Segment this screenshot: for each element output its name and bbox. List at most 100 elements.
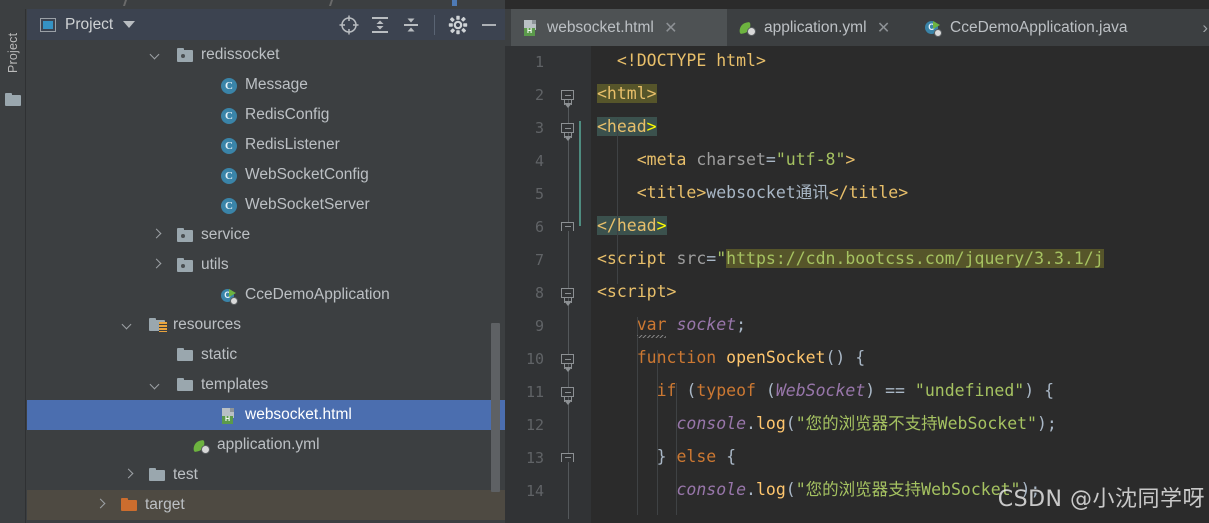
expand-all-icon[interactable] xyxy=(369,14,391,36)
code-content[interactable]: <!DOCTYPE html> <html> <head> <meta charse… xyxy=(591,46,1209,523)
tree-row[interactable]: Hwebsocket.html xyxy=(27,400,505,430)
code-line[interactable]: <meta charset="utf-8"> xyxy=(597,149,856,171)
project-panel-header: Project xyxy=(27,9,505,40)
tree-row[interactable]: C RedisListener xyxy=(27,130,505,160)
tree-row-label: RedisListener xyxy=(245,136,340,153)
tree-row[interactable]: target xyxy=(27,490,505,520)
fold-toggle-icon[interactable] xyxy=(561,354,576,372)
code-token: () { xyxy=(825,348,866,367)
html-file-icon: H xyxy=(523,19,539,36)
fold-toggle-icon[interactable] xyxy=(561,288,576,306)
chevron-right-icon[interactable] xyxy=(93,498,107,512)
code-token: </head xyxy=(597,216,657,235)
line-number: 8 xyxy=(534,284,544,302)
tree-scrollbar-track[interactable] xyxy=(491,9,500,492)
ide-window: Project Project redissocket C Message C … xyxy=(0,0,1209,523)
project-panel: Project redissocket C Message C RedisCon… xyxy=(27,9,505,523)
fold-toggle-icon[interactable] xyxy=(561,453,576,468)
code-token: "您的浏览器支持WebSocket" xyxy=(795,480,1021,499)
line-number: 9 xyxy=(534,317,544,335)
left-tool-strip: Project xyxy=(0,9,26,523)
chevron-down-icon[interactable] xyxy=(149,48,163,62)
code-line[interactable]: var socket; xyxy=(597,314,746,336)
html-file-icon: H xyxy=(221,407,237,424)
close-icon[interactable]: ✕ xyxy=(877,18,891,38)
code-token: . xyxy=(746,480,756,499)
close-icon[interactable]: ✕ xyxy=(664,18,678,38)
editor-tab-bar[interactable]: Hwebsocket.html ✕ application.yml ✕ C CceDemo… xyxy=(505,9,1209,46)
tree-row[interactable]: C CceDemoApplication xyxy=(27,280,505,310)
code-token: ) { xyxy=(1024,381,1055,400)
code-token: console xyxy=(676,414,747,433)
tree-row[interactable]: C WebSocketConfig xyxy=(27,160,505,190)
code-line[interactable]: <title>websocket通讯</title> xyxy=(597,182,908,204)
line-number: 5 xyxy=(534,185,544,203)
tree-scrollbar-thumb[interactable] xyxy=(491,323,500,492)
tree-row[interactable]: resources xyxy=(27,310,505,340)
tree-row[interactable]: test xyxy=(27,460,505,490)
tree-row-label: application.yml xyxy=(217,436,320,453)
code-editor[interactable]: 1 2 3 4 5 6 7 8 9 10 11 12 13 14 <!DOCTYPE html> <html… xyxy=(505,46,1209,523)
fold-toggle-icon[interactable] xyxy=(561,123,576,141)
line-number: 12 xyxy=(525,416,544,434)
tree-row[interactable]: utils xyxy=(27,250,505,280)
code-line[interactable]: </head> xyxy=(597,215,667,237)
line-number: 3 xyxy=(534,119,544,137)
tree-row[interactable]: redissocket xyxy=(27,40,505,70)
editor-tab[interactable]: Hwebsocket.html ✕ xyxy=(511,9,727,46)
tree-row[interactable]: C WebSocketServer xyxy=(27,190,505,220)
code-line[interactable]: <script> xyxy=(597,281,676,303)
code-line[interactable]: if (typeof (WebSocket) == "undefined") { xyxy=(597,380,1054,402)
code-token: > xyxy=(646,117,657,136)
project-tree[interactable]: redissocket C Message C RedisConfig C RedisLis… xyxy=(27,40,505,523)
code-line[interactable]: console.log("您的浏览器不支持WebSocket"); xyxy=(597,413,1056,435)
editor-tab[interactable]: application.yml ✕ xyxy=(727,9,913,46)
tree-row[interactable]: static xyxy=(27,340,505,370)
fold-toggle-icon[interactable] xyxy=(561,387,576,405)
spring-boot-run-icon: C xyxy=(221,288,238,305)
tree-row-label: target xyxy=(145,496,185,513)
chevron-right-icon[interactable] xyxy=(149,258,163,272)
tree-row[interactable]: service xyxy=(27,220,505,250)
tree-row[interactable]: templates xyxy=(27,370,505,400)
code-line[interactable]: } else { xyxy=(597,446,736,468)
chevron-right-icon[interactable] xyxy=(149,228,163,242)
code-token: ( xyxy=(686,381,697,400)
chevron-right-icon[interactable] xyxy=(121,468,135,482)
tree-row-label: utils xyxy=(201,256,229,273)
code-line[interactable]: console.log("您的浏览器支持WebSocket"); xyxy=(597,479,1040,501)
code-line[interactable]: <html> xyxy=(597,83,657,105)
fold-toggle-icon[interactable] xyxy=(561,222,576,237)
editor-gutter[interactable]: 1 2 3 4 5 6 7 8 9 10 11 12 13 14 xyxy=(505,46,591,523)
tree-row-label: redissocket xyxy=(201,46,280,63)
tree-row-label: WebSocketConfig xyxy=(245,166,369,183)
tree-row[interactable]: C RedisConfig xyxy=(27,100,505,130)
chevron-down-icon[interactable] xyxy=(149,378,163,392)
locate-in-tree-icon[interactable] xyxy=(338,14,360,36)
collapse-all-icon[interactable] xyxy=(400,14,422,36)
sidebar-tab-project[interactable]: Project xyxy=(0,15,26,91)
code-token: . xyxy=(746,414,756,433)
tree-row[interactable]: C Message xyxy=(27,70,505,100)
chevron-down-icon[interactable] xyxy=(123,21,136,28)
gear-icon[interactable] xyxy=(447,14,469,36)
code-token: ( xyxy=(785,480,796,499)
code-line[interactable]: <script src="https://cdn.bootcss.com/jqu… xyxy=(597,248,1104,270)
tree-row-label: service xyxy=(201,226,251,243)
chevron-right-icon[interactable]: › xyxy=(1202,9,1208,46)
chevron-down-icon[interactable] xyxy=(121,318,135,332)
tree-row-label: static xyxy=(201,346,238,363)
code-token: socket xyxy=(676,315,737,334)
tree-row[interactable]: application.yml xyxy=(27,430,505,460)
code-token: { xyxy=(726,447,737,466)
tree-row-label: resources xyxy=(173,316,242,333)
fold-toggle-icon[interactable] xyxy=(561,90,576,108)
indent-guide xyxy=(656,350,658,515)
folder-icon[interactable] xyxy=(5,93,21,106)
code-line[interactable]: <!DOCTYPE html> xyxy=(597,50,766,72)
editor-tab[interactable]: C CceDemoApplication.java xyxy=(913,9,1175,46)
code-line[interactable]: <head> xyxy=(597,116,657,138)
